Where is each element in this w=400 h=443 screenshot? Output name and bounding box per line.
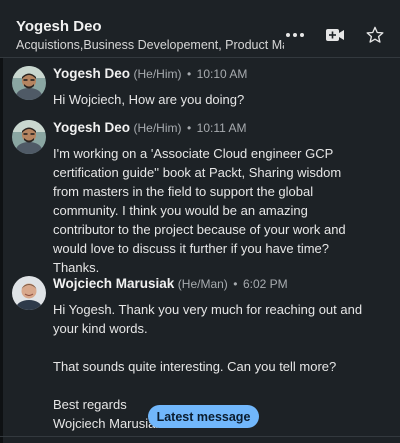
message-body: Hi Wojciech, How are you doing? xyxy=(53,90,353,109)
sender-name[interactable]: Yogesh Deo xyxy=(53,120,130,135)
sender-pronouns: (He/Him) xyxy=(133,121,182,135)
message-header: Yogesh Deo (He/Him) • 10:11 AM xyxy=(53,120,246,135)
message-time: 6:02 PM xyxy=(242,277,288,291)
sender-pronouns: (He/Man) xyxy=(177,277,228,291)
video-call-icon[interactable] xyxy=(324,24,346,46)
message-body: I'm working on a 'Associate Cloud engine… xyxy=(53,144,351,277)
contact-name[interactable]: Yogesh Deo xyxy=(16,18,102,35)
more-icon[interactable] xyxy=(284,24,306,46)
sender-name[interactable]: Wojciech Marusiak xyxy=(53,276,174,291)
avatar[interactable] xyxy=(12,66,46,100)
left-edge xyxy=(0,0,3,443)
separator: • xyxy=(186,121,192,135)
message-header: Wojciech Marusiak (He/Man) • 6:02 PM xyxy=(53,276,288,291)
avatar[interactable] xyxy=(12,120,46,154)
message-paragraph: That sounds quite interesting. Can you t… xyxy=(53,359,337,374)
star-icon[interactable] xyxy=(364,24,386,46)
message-time: 10:11 AM xyxy=(196,121,247,135)
avatar[interactable] xyxy=(12,276,46,310)
message-header: Yogesh Deo (He/Him) • 10:10 AM xyxy=(53,66,247,81)
chat-window: Yogesh Deo Acquistions,Business Develope… xyxy=(0,0,400,443)
separator: • xyxy=(186,67,192,81)
separator: • xyxy=(233,277,238,291)
message-paragraph: I'm working on a 'Associate Cloud engine… xyxy=(53,146,346,275)
latest-message-button[interactable]: Latest message xyxy=(148,405,259,428)
message-paragraph: Hi Wojciech, How are you doing? xyxy=(53,92,245,107)
conversation-header: Yogesh Deo Acquistions,Business Develope… xyxy=(0,0,400,58)
message-time: 10:10 AM xyxy=(196,67,248,81)
sender-pronouns: (He/Him) xyxy=(133,67,182,81)
message-paragraph: Hi Yogesh. Thank you very much for reach… xyxy=(53,302,363,336)
contact-headline: Acquistions,Business Developement, Produ… xyxy=(16,38,284,52)
sender-name[interactable]: Yogesh Deo xyxy=(53,66,130,81)
header-actions xyxy=(284,24,386,46)
divider xyxy=(0,436,400,437)
